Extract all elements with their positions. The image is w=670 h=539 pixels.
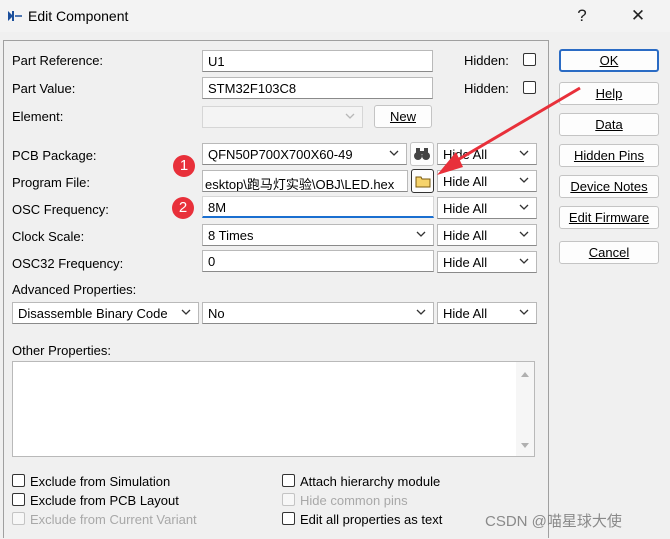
- pcb-package-select[interactable]: QFN50P700X700X60-49: [202, 143, 407, 165]
- advanced-property-value: Disassemble Binary Code: [18, 306, 168, 321]
- advanced-visibility-select[interactable]: Hide All: [437, 302, 537, 324]
- other-properties-label: Other Properties:: [12, 343, 111, 358]
- osc32-frequency-input[interactable]: 0: [202, 250, 434, 272]
- cancel-label: Cancel: [588, 245, 630, 260]
- clock-scale-label: Clock Scale:: [12, 229, 85, 244]
- hide-common-pins-label: Hide common pins: [300, 493, 408, 508]
- help-button[interactable]: Help: [559, 82, 659, 105]
- hidden-pins-label: Hidden Pins: [573, 148, 645, 163]
- advanced-visibility-value: Hide All: [443, 306, 488, 321]
- clock-scale-select[interactable]: 8 Times: [202, 224, 434, 246]
- scroll-down-icon[interactable]: [520, 442, 530, 450]
- pcb-package-visibility-select[interactable]: Hide All: [437, 143, 537, 165]
- annotation-badge-1: 1: [173, 155, 195, 177]
- close-window-button[interactable]: ✕: [617, 4, 659, 28]
- watermark-text: CSDN @喵星球大使: [485, 513, 622, 530]
- cancel-button[interactable]: Cancel: [559, 241, 659, 264]
- chevron-down-icon: [519, 231, 529, 237]
- edit-firmware-label: Edit Firmware: [568, 210, 650, 225]
- exclude-variant-checkbox: [12, 512, 25, 525]
- part-reference-label: Part Reference:: [12, 53, 104, 68]
- new-element-button[interactable]: New: [374, 105, 432, 128]
- browse-package-button[interactable]: [410, 142, 434, 166]
- chevron-down-icon: [416, 309, 426, 315]
- annotation-badge-2: 2: [172, 197, 194, 219]
- part-value-input[interactable]: STM32F103C8: [202, 77, 433, 99]
- scroll-up-icon[interactable]: [520, 370, 530, 378]
- pcb-package-visibility-value: Hide All: [443, 147, 488, 162]
- osc32-frequency-visibility-select[interactable]: Hide All: [437, 251, 537, 273]
- program-file-visibility-select[interactable]: Hide All: [437, 170, 537, 192]
- chevron-down-icon: [519, 309, 529, 315]
- ok-label: OK: [599, 53, 619, 68]
- clock-scale-value: 8 Times: [208, 228, 254, 243]
- textarea-scrollbar[interactable]: [516, 362, 534, 456]
- exclude-pcb-label: Exclude from PCB Layout: [30, 493, 179, 508]
- frame-top: [3, 40, 549, 41]
- folder-icon: [415, 176, 430, 188]
- edit-all-text-checkbox[interactable]: [282, 512, 295, 525]
- element-label: Element:: [12, 109, 64, 124]
- osc32-frequency-label: OSC32 Frequency:: [12, 256, 124, 271]
- other-properties-textarea[interactable]: [12, 361, 535, 457]
- part-reference-input[interactable]: U1: [202, 50, 433, 72]
- osc-frequency-input[interactable]: 8M: [202, 196, 434, 218]
- osc-frequency-visibility-select[interactable]: Hide All: [437, 197, 537, 219]
- edit-firmware-button[interactable]: Edit Firmware: [559, 206, 659, 229]
- hidden-pins-button[interactable]: Hidden Pins: [559, 144, 659, 167]
- attach-hierarchy-checkbox[interactable]: [282, 474, 295, 487]
- exclude-variant-label: Exclude from Current Variant: [30, 512, 197, 527]
- help-title-button[interactable]: ?: [561, 4, 603, 28]
- chevron-down-icon: [345, 113, 355, 119]
- browse-program-file-button[interactable]: [411, 169, 434, 193]
- exclude-pcb-checkbox[interactable]: [12, 493, 25, 506]
- chevron-down-icon: [519, 150, 529, 156]
- clock-scale-visibility-select[interactable]: Hide All: [437, 224, 537, 246]
- program-file-label: Program File:: [12, 175, 91, 190]
- frame-right: [548, 40, 549, 538]
- osc-frequency-visibility-value: Hide All: [443, 201, 488, 216]
- data-label: Data: [595, 117, 623, 132]
- binoculars-icon: [414, 148, 430, 160]
- clock-scale-visibility-value: Hide All: [443, 228, 488, 243]
- advanced-property-select[interactable]: Disassemble Binary Code: [12, 302, 199, 324]
- chevron-down-icon: [181, 309, 191, 315]
- device-notes-label: Device Notes: [570, 179, 648, 194]
- chevron-down-icon: [416, 231, 426, 237]
- osc-frequency-label: OSC Frequency:: [12, 202, 109, 217]
- component-icon: [8, 11, 22, 21]
- advanced-value-select[interactable]: No: [202, 302, 434, 324]
- part-value-label: Part Value:: [12, 81, 76, 96]
- program-file-visibility-value: Hide All: [443, 174, 488, 189]
- chevron-down-icon: [519, 204, 529, 210]
- frame-left: [3, 40, 4, 538]
- part-reference-hidden-checkbox[interactable]: [523, 53, 536, 66]
- hide-common-pins-checkbox: [282, 493, 295, 506]
- window-title: Edit Component: [28, 8, 129, 24]
- osc32-frequency-visibility-value: Hide All: [443, 255, 488, 270]
- chevron-down-icon: [519, 177, 529, 183]
- help-label: Help: [595, 86, 623, 101]
- chevron-down-icon: [389, 150, 399, 156]
- program-file-input[interactable]: esktop\跑马灯实验\OBJ\LED.hex: [202, 170, 408, 192]
- device-notes-button[interactable]: Device Notes: [559, 175, 659, 198]
- attach-hierarchy-label: Attach hierarchy module: [300, 474, 441, 489]
- pcb-package-label: PCB Package:: [12, 148, 97, 163]
- ok-button[interactable]: OK: [559, 49, 659, 72]
- element-select: [202, 106, 363, 128]
- pcb-package-value: QFN50P700X700X60-49: [208, 147, 353, 162]
- part-value-hidden-label: Hidden:: [464, 81, 509, 96]
- part-value-hidden-checkbox[interactable]: [523, 81, 536, 94]
- exclude-simulation-checkbox[interactable]: [12, 474, 25, 487]
- part-reference-hidden-label: Hidden:: [464, 53, 509, 68]
- exclude-simulation-label: Exclude from Simulation: [30, 474, 171, 489]
- data-button[interactable]: Data: [559, 113, 659, 136]
- advanced-properties-label: Advanced Properties:: [12, 282, 137, 297]
- new-element-label: New: [389, 109, 416, 124]
- advanced-value: No: [208, 306, 225, 321]
- edit-all-text-label: Edit all properties as text: [300, 512, 443, 527]
- chevron-down-icon: [519, 258, 529, 264]
